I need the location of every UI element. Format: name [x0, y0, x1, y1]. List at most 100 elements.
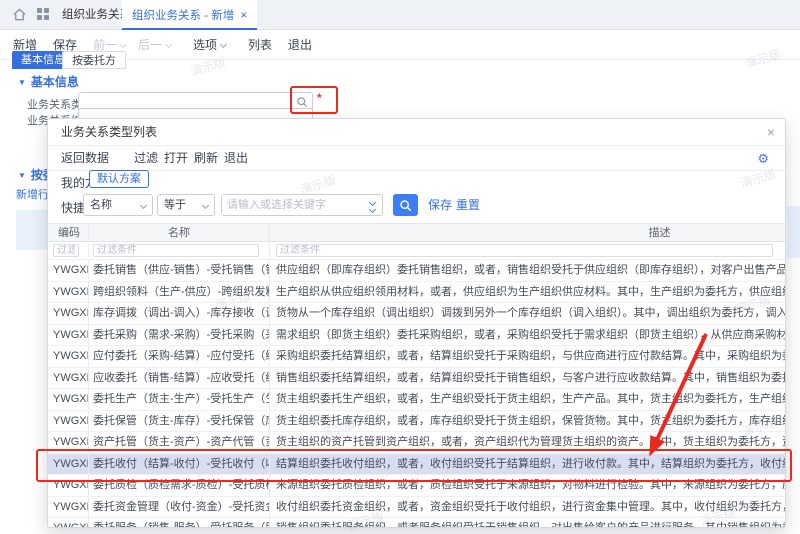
dialog-title: 业务关系类型列表 [48, 119, 785, 146]
row-code-cell: YWGXL... [48, 368, 88, 389]
relation-type-list-dialog: 业务关系类型列表 × 返回数据 过滤 打开 刷新 退出 ⚙ 我的方案 默认方案 … [47, 118, 786, 528]
exit-dialog-button[interactable]: 退出 [224, 146, 248, 171]
close-dialog-icon[interactable]: × [767, 119, 775, 146]
next-button: 后一 [138, 30, 171, 60]
keyword-input-wrap [221, 194, 383, 216]
add-row-button[interactable]: 新增行 [16, 186, 49, 202]
top-tab-bar: 组织业务关系 组织业务关系 - 新增 × [0, 0, 800, 30]
filter-operator-select[interactable]: 等于 [157, 194, 215, 216]
reset-button[interactable]: 重置 [456, 194, 480, 216]
table-row[interactable]: YWGXL... 委托收付（结算-收付）-受托收付（收付-结算） 结算组织委托收… [48, 454, 785, 476]
row-desc-cell: 销售组织委托服务组织，或者服务组织受托于销售组织，对出售给客户的产品进行服务。其… [269, 518, 785, 527]
col-header-name[interactable]: 名称 [88, 224, 269, 241]
background-grid-header [787, 206, 800, 258]
type-table-body: YWGXL... 委托销售（供应-销售）-受托销售（销售-供应） 供应组织（即库… [48, 260, 785, 527]
table-row[interactable]: YWGXL... 委托服务（销售-服务）-受托服务（服务-销售） 销售组织委托服… [48, 518, 785, 527]
tab-label: 组织业务关系 [62, 9, 131, 21]
table-row[interactable]: YWGXL... 委托质检（质检需求-质检）-受托质检（质检-质... 来源组织… [48, 475, 785, 497]
options-button[interactable]: 选项 [193, 30, 226, 60]
list-button[interactable]: 列表 [248, 30, 272, 60]
background-grid-header [16, 210, 47, 250]
chevron-down-icon [140, 202, 147, 209]
row-code-cell: YWGXL... [48, 432, 88, 453]
table-header: 编码 名称 描述 [48, 223, 785, 242]
exit-button[interactable]: 退出 [288, 30, 312, 60]
home-icon[interactable] [12, 7, 27, 27]
table-row[interactable]: YWGXL... 跨组织领料（生产-供应）-跨组织发料（供应-生... 生产组织… [48, 282, 785, 304]
row-code-cell: YWGXL... [48, 346, 88, 367]
double-chevron-icon[interactable] [365, 198, 379, 214]
chevron-down-icon [165, 41, 172, 48]
tab-org-business-relation-new[interactable]: 组织业务关系 - 新增 × [122, 0, 257, 30]
relation-type-table: 编码 名称 描述 YWGXL... 委托销售（供应-销售）-受托销售（销售-供应… [48, 223, 785, 527]
row-desc-cell: 货物从一个库存组织（调出组织）调拨到另外一个库存组织（调入组织）。其中，调出组织… [269, 303, 785, 324]
row-desc-cell: 采购组织委托结算组织，或者，结算组织受托于采购组织，与供应商进行应付款结算。其中… [269, 346, 785, 367]
table-row[interactable]: YWGXL... 资产托管（货主-资产）-资产代管（资产-货主） 货主组织的资产… [48, 432, 785, 454]
code-filter-input[interactable] [53, 244, 79, 257]
row-code-cell: YWGXL... [48, 260, 88, 281]
row-code-cell: YWGXL... [48, 389, 88, 410]
table-row[interactable]: YWGXL... 委托采购（需求-采购）-受托采购（采购-需求） 需求组织（即货… [48, 325, 785, 347]
tab-label: 组织业务关系 - 新增 [132, 10, 234, 22]
col-header-desc[interactable]: 描述 [269, 224, 785, 241]
table-row[interactable]: YWGXL... 库存调拨（调出-调入）-库存接收（调入-调出） 货物从一个库存… [48, 303, 785, 325]
required-asterisk: * [317, 91, 322, 105]
gear-icon[interactable]: ⚙ [757, 146, 769, 171]
row-code-cell: YWGXL... [48, 282, 88, 303]
name-filter-input[interactable] [93, 244, 259, 257]
row-name-cell: 跨组织领料（生产-供应）-跨组织发料（供应-生... [88, 282, 269, 303]
table-row[interactable]: YWGXL... 应付委托（采购-结算）-应付受托（结算-采购） 采购组织委托结… [48, 346, 785, 368]
search-button[interactable] [393, 194, 418, 216]
col-header-code[interactable]: 编码 [48, 224, 88, 241]
dialog-toolbar: 返回数据 过滤 打开 刷新 退出 ⚙ [48, 146, 785, 171]
row-desc-cell: 需求组织（即货主组织）委托采购组织，或者，采购组织受托于需求组织（即货主组织），… [269, 325, 785, 346]
row-code-cell: YWGXL... [48, 518, 88, 527]
row-desc-cell: 生产组织从供应组织领用材料，或者，供应组织为生产组织供应材料。其中，生产组织为委… [269, 282, 785, 303]
row-code-cell: YWGXL... [48, 475, 88, 496]
row-desc-cell: 货主组织的资产托管到资产组织，或者，资产组织代为管理货主组织的资产。其中，货主组… [269, 432, 785, 453]
row-desc-cell: 结算组织委托收付组织，或者，收付组织受托于结算组织，进行收付款。其中，结算组织为… [269, 454, 785, 475]
row-desc-cell: 供应组织（即库存组织）委托销售组织，或者，销售组织受托于供应组织（即库存组织），… [269, 260, 785, 281]
table-row[interactable]: YWGXL... 委托资金管理（收付-资金）-受托资金管理（资... 收付组织委… [48, 497, 785, 519]
refresh-button[interactable]: 刷新 [194, 146, 218, 171]
table-row[interactable]: YWGXL... 应收委托（销售-结算）-应收受托（结算-销售） 销售组织委托结… [48, 368, 785, 390]
table-row[interactable]: YWGXL... 委托保管（货主-库存）-受托保管（库存-货主） 货主组织委托库… [48, 411, 785, 433]
chevron-down-icon [120, 41, 127, 48]
row-desc-cell: 货主组织委托生产组织，或者，生产组织受托于货主组织，生产产品。其中，货主组织为委… [269, 389, 785, 410]
row-name-cell: 委托服务（销售-服务）-受托服务（服务-销售） [88, 518, 269, 527]
row-name-cell: 委托保管（货主-库存）-受托保管（库存-货主） [88, 411, 269, 432]
close-tab-icon[interactable]: × [240, 8, 247, 22]
filter-button[interactable]: 过滤 [134, 146, 158, 171]
filter-field-select[interactable]: 名称 [83, 194, 153, 216]
chevron-down-icon [220, 41, 227, 48]
save-scheme-button[interactable]: 保存 [428, 194, 452, 216]
row-code-cell: YWGXL... [48, 454, 88, 475]
row-name-cell: 委托质检（质检需求-质检）-受托质检（质检-质... [88, 475, 269, 496]
row-code-cell: YWGXL... [48, 411, 88, 432]
return-data-button[interactable]: 返回数据 [61, 146, 109, 171]
row-name-cell: 委托销售（供应-销售）-受托销售（销售-供应） [88, 260, 269, 281]
row-code-cell: YWGXL... [48, 303, 88, 324]
desc-filter-input[interactable] [276, 244, 773, 257]
row-name-cell: 库存调拨（调出-调入）-库存接收（调入-调出） [88, 303, 269, 324]
row-name-cell: 委托采购（需求-采购）-受托采购（采购-需求） [88, 325, 269, 346]
row-name-cell: 委托资金管理（收付-资金）-受托资金管理（资... [88, 497, 269, 518]
keyword-input[interactable] [222, 195, 354, 215]
row-code-cell: YWGXL... [48, 325, 88, 346]
basic-info-section-header[interactable]: ▼基本信息 [18, 73, 79, 90]
default-scheme-button[interactable]: 默认方案 [89, 170, 149, 188]
row-name-cell: 应付委托（采购-结算）-应付受托（结算-采购） [88, 346, 269, 367]
apps-grid-icon[interactable] [36, 7, 50, 26]
row-desc-cell: 来源组织委托质检组织，或者，质检组织受托于来源组织，对物料进行检验。其中，来源组… [269, 475, 785, 496]
table-filter-row [48, 242, 785, 260]
row-name-cell: 应收委托（销售-结算）-应收受托（结算-销售） [88, 368, 269, 389]
table-row[interactable]: YWGXL... 委托销售（供应-销售）-受托销售（销售-供应） 供应组织（即库… [48, 260, 785, 282]
table-row[interactable]: YWGXL... 委托生产（货主-生产）-受托生产（生产-货主） 货主组织委托生… [48, 389, 785, 411]
caret-down-icon: ▼ [18, 171, 26, 180]
tab-by-consignor[interactable]: 按委托方 [62, 51, 126, 69]
row-name-cell: 委托收付（结算-收付）-受托收付（收付-结算） [88, 454, 269, 475]
chevron-down-icon [202, 202, 209, 209]
row-name-cell: 委托生产（货主-生产）-受托生产（生产-货主） [88, 389, 269, 410]
open-button[interactable]: 打开 [164, 146, 188, 171]
caret-down-icon: ▼ [18, 78, 26, 87]
